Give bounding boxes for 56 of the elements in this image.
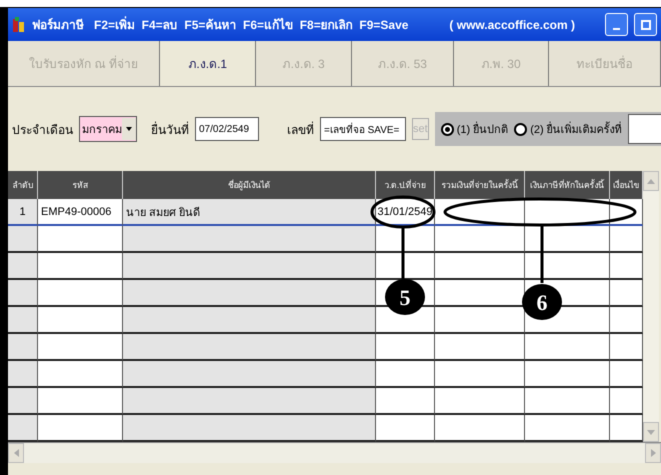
date-field[interactable]: 07/02/2549 xyxy=(195,117,259,141)
number-label: เลขที่ xyxy=(287,120,314,138)
table-cell xyxy=(610,307,643,334)
date-label: ยื่นวันที่ xyxy=(151,120,189,138)
month-dropdown[interactable]: มกราคม xyxy=(79,116,137,142)
app-icon xyxy=(12,16,26,32)
minimize-icon xyxy=(613,28,620,30)
table-cell xyxy=(8,388,38,415)
table-cell xyxy=(376,361,435,388)
table-cell xyxy=(376,334,435,361)
table-cell xyxy=(376,253,435,280)
table-cell xyxy=(610,388,643,415)
table-cell xyxy=(8,307,38,334)
table-cell xyxy=(610,361,643,388)
table-cell xyxy=(610,280,643,307)
radio-option[interactable]: (2) ยื่นเพิ่มเติมครั้งที่ xyxy=(514,120,622,138)
callout-marker: 5 xyxy=(385,279,425,315)
scroll-left-icon[interactable] xyxy=(8,443,24,463)
window-title: ฟอร์มภาษี F2=เพิ่ม F4=ลบ F5=ค้นหา F6=แก้ไข F8=ยกเลิก F9=Save xyxy=(32,15,410,34)
table-cell xyxy=(610,253,643,280)
table-cell xyxy=(8,226,38,253)
scroll-up-icon[interactable] xyxy=(643,171,659,191)
column-header: ว.ด.ป.ที่จ่าย xyxy=(376,171,435,199)
column-header: รวมเงินที่จ่ายในครั้งนี้ xyxy=(435,171,525,199)
minimize-button[interactable] xyxy=(605,13,628,36)
times-field[interactable] xyxy=(628,114,661,144)
table-cell xyxy=(376,415,435,442)
table-cell xyxy=(376,388,435,415)
leader-line xyxy=(540,226,544,283)
table-cell: นาย สมยศ ยินดี xyxy=(123,199,376,226)
table-cell: 1 xyxy=(8,199,38,226)
maximize-button[interactable] xyxy=(634,13,657,36)
column-header: รหัส xyxy=(38,171,123,199)
maximize-icon xyxy=(640,20,650,30)
callout-marker: 6 xyxy=(522,284,562,320)
scroll-down-icon[interactable] xyxy=(643,422,659,442)
website-url: ( www.accoffice.com ) xyxy=(449,18,575,32)
column-header: ชื่อผู้มีเงินได้ xyxy=(123,171,376,199)
leader-line xyxy=(402,227,404,279)
table-cell: EMP49-00006 xyxy=(38,199,123,226)
table-cell xyxy=(610,415,643,442)
table-cell xyxy=(8,280,38,307)
column-header: เงินภาษีที่หักในครั้งนี้ xyxy=(525,171,610,199)
highlight-ellipse xyxy=(370,196,436,228)
radio-option[interactable]: (1) ยื่นปกติ xyxy=(440,120,508,138)
month-label: ประจำเดือน xyxy=(12,122,73,138)
table-cell xyxy=(610,226,643,253)
table-cell xyxy=(8,253,38,280)
table-cell xyxy=(8,334,38,361)
table-cell xyxy=(8,361,38,388)
number-field[interactable]: =เลขที่จอ SAVE= xyxy=(320,117,406,141)
column-header: ลำดับ xyxy=(8,171,38,199)
table-cell xyxy=(376,226,435,253)
table-cell xyxy=(610,334,643,361)
scroll-right-icon[interactable] xyxy=(645,443,661,463)
column-header: เงื่อนไข xyxy=(610,171,643,199)
